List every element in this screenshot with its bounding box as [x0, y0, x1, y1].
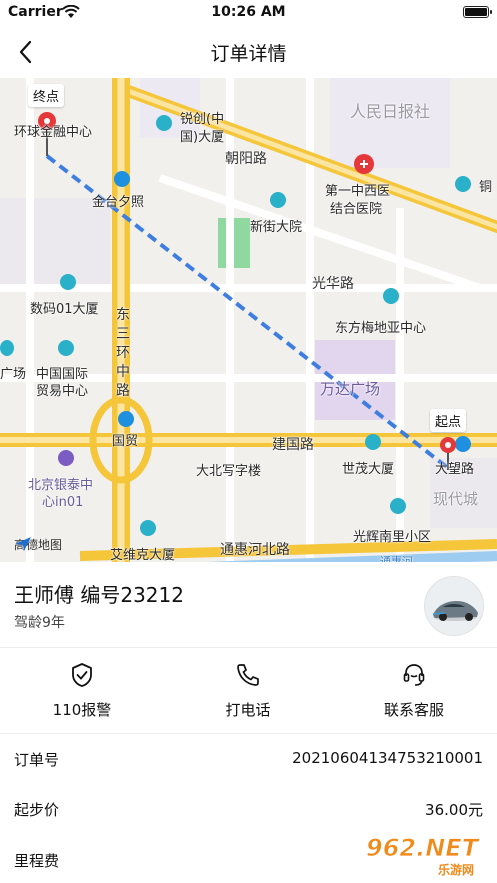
map-place: 金台夕照: [92, 195, 145, 210]
map-place: 万达广场: [320, 380, 381, 398]
driving-years: 驾龄9年: [14, 615, 65, 631]
map-road: 朝阳路: [225, 151, 267, 167]
map-place: 艾维克大厦: [110, 548, 176, 562]
map-place: 结合医院: [330, 202, 383, 217]
car-icon: [432, 601, 478, 621]
call-driver-label: 打电话: [225, 701, 271, 719]
map-place: 广场: [0, 367, 27, 382]
map-road: 光华路: [312, 276, 354, 292]
map-place: 环球金融中心: [14, 125, 93, 140]
driver-card: 王师傅 编号23212 驾龄9年: [0, 562, 497, 648]
map-place: 铜: [479, 180, 493, 195]
order-number-label: 订单号: [14, 751, 60, 769]
action-bar: 110报警 打电话 联系客服: [0, 648, 497, 734]
map-road: 环: [116, 345, 130, 361]
clock: 10:26 AM: [211, 4, 286, 20]
base-fare-label: 起步价: [14, 801, 60, 819]
status-bar: Carrier 10:26 AM: [0, 0, 497, 26]
map-place: 现代城: [433, 490, 479, 508]
order-number-row: 订单号 20210604134753210001: [0, 734, 497, 784]
map-road: 通惠河北路: [220, 542, 290, 558]
watermark-sub: 乐游网: [438, 862, 474, 877]
map-place: 光辉南里小区: [353, 530, 432, 545]
driver-avatar[interactable]: [424, 576, 484, 636]
site-watermark: 962.NET 乐游网: [360, 830, 490, 878]
battery-icon: [463, 6, 492, 18]
map-road: 路: [116, 383, 130, 399]
watermark-brand: 962.NET: [366, 834, 480, 862]
map-place: 国)大厦: [180, 130, 225, 145]
map-road: 东: [116, 307, 130, 323]
map-place: 贸易中心: [36, 384, 89, 399]
nav-bar: 订单详情: [0, 26, 497, 78]
map-place: 心in01: [42, 495, 84, 510]
base-fare-value: 36.00元: [425, 801, 483, 819]
order-number-value: 20210604134753210001: [292, 749, 483, 767]
driver-name: 王师傅 编号23212: [14, 583, 184, 607]
route-map[interactable]: 终点 起点 环球金融中心 锐创(中 国)大厦 人民日报社 朝阳路 第一中西医 结…: [0, 78, 497, 562]
map-road: 建国路: [272, 437, 314, 453]
phone-icon: [235, 662, 261, 688]
map-place: 世茂大厦: [342, 462, 395, 477]
map-place: 通惠河: [380, 555, 413, 562]
map-place: 国贸: [112, 434, 139, 449]
map-place: 东方梅地亚中心: [335, 321, 427, 336]
map-place: 第一中西医: [325, 184, 391, 199]
base-fare-row: 起步价 36.00元: [0, 784, 497, 834]
map-road: 中: [116, 364, 130, 380]
headset-icon: [401, 662, 427, 688]
end-point-label: 终点: [28, 84, 65, 107]
map-place: 锐创(中: [180, 112, 225, 127]
page-title: 订单详情: [210, 43, 287, 65]
emergency-110-label: 110报警: [52, 701, 112, 719]
start-point-label: 起点: [430, 409, 467, 432]
map-place: 数码01大厦: [30, 302, 99, 317]
map-place: 大望路: [435, 462, 475, 477]
contact-support-label: 联系客服: [383, 701, 444, 719]
map-place: 人民日报社: [350, 102, 431, 121]
map-place: 大北写字楼: [196, 464, 262, 479]
map-place: 新街大院: [250, 220, 303, 235]
contact-support-button[interactable]: 联系客服: [354, 662, 474, 722]
call-driver-button[interactable]: 打电话: [188, 662, 308, 722]
amap-logo: 高德地图: [14, 536, 62, 553]
navigation-arrow-icon: [15, 537, 31, 551]
map-road: 三: [116, 326, 130, 342]
emergency-110-button[interactable]: 110报警: [22, 662, 142, 722]
shield-check-icon: [69, 662, 95, 688]
mileage-fee-label: 里程费: [14, 852, 60, 870]
